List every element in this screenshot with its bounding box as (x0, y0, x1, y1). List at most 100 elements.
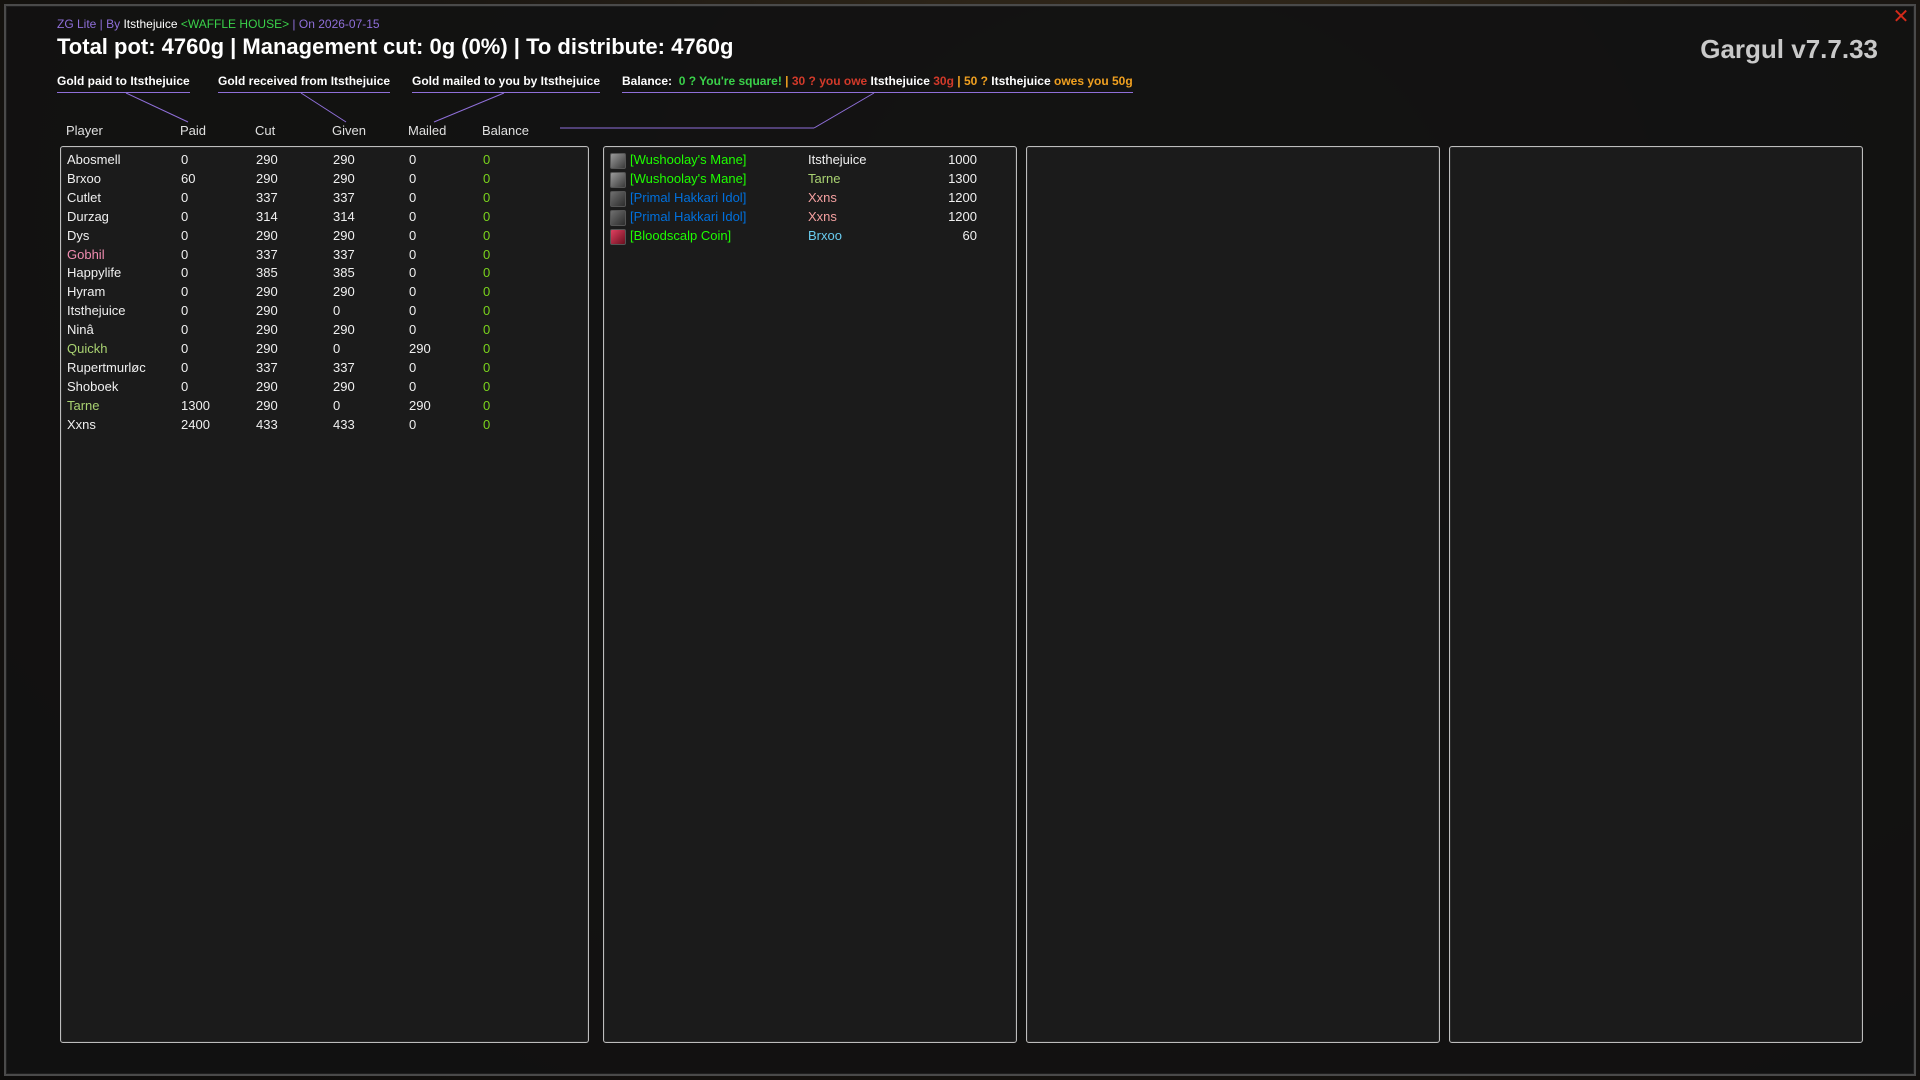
table-row[interactable]: Dys 0 290 290 0 0 (61, 228, 581, 247)
player-mailed-cell: 0 (409, 265, 417, 281)
item-winner: Brxoo (808, 227, 842, 243)
player-cut-cell: 290 (256, 284, 278, 300)
player-given-cell: 385 (333, 265, 355, 281)
auction-items-panel[interactable]: [Wushoolay's Mane] Itsthejuice 1000 [Wushoo… (603, 146, 1017, 1043)
player-mailed-cell: 0 (409, 189, 417, 205)
item-link[interactable]: [Wushoolay's Mane] (630, 171, 746, 186)
gargul-gdkp-window: ✕ ZG Lite | By Itsthejuice <WAFFLE HOUSE… (4, 4, 1916, 1076)
player-name-cell: Shoboek (67, 378, 119, 394)
item-price: 1200 (948, 208, 977, 224)
table-row[interactable]: Quickh 0 290 0 290 0 (61, 341, 581, 360)
item-link[interactable]: [Bloodscalp Coin] (630, 228, 731, 243)
player-given-cell: 433 (333, 416, 355, 432)
player-balance-cell: 0 (483, 246, 491, 262)
player-paid-cell: 2400 (181, 416, 210, 432)
player-given-cell: 0 (333, 397, 341, 413)
table-row[interactable]: Durzag 0 314 314 0 0 (61, 209, 581, 228)
player-given-cell: 290 (333, 170, 355, 186)
legend-connector-lines (125, 92, 875, 129)
player-cut-cell: 290 (256, 341, 278, 356)
player-balance-cell: 0 (483, 416, 491, 432)
coin-icon (610, 228, 626, 245)
player-balance-cell: 0 (483, 341, 491, 356)
player-cut-cell: 314 (256, 208, 278, 224)
list-item[interactable]: [Primal Hakkari Idol] Xxns 1200 (604, 190, 1009, 209)
list-item[interactable]: [Primal Hakkari Idol] Xxns 1200 (604, 209, 1009, 228)
player-balance-cell: 0 (483, 170, 491, 186)
player-name-cell: Xxns (67, 416, 96, 432)
column-header-mailed: Mailed (408, 123, 447, 138)
player-balance-cell: 0 (483, 227, 491, 243)
item-winner: Itsthejuice (808, 152, 867, 167)
player-balance-cell: 0 (483, 152, 491, 167)
table-row[interactable]: Xxns 2400 433 433 0 0 (61, 417, 581, 436)
mane-icon (610, 171, 626, 188)
player-given-cell: 337 (333, 189, 355, 205)
player-cut-cell: 290 (256, 378, 278, 394)
table-row[interactable]: Abosmell 0 290 290 0 0 (61, 152, 581, 171)
player-name-cell: Tarne (67, 397, 100, 413)
item-link[interactable]: [Wushoolay's Mane] (630, 152, 746, 167)
mane-icon (610, 153, 626, 169)
table-row[interactable]: Brxoo 60 290 290 0 0 (61, 171, 581, 190)
player-mailed-cell: 0 (409, 378, 417, 394)
column-header-given: Given (332, 123, 366, 138)
player-given-cell: 290 (333, 152, 355, 167)
player-balance-cell: 0 (483, 265, 491, 281)
player-mailed-cell: 0 (409, 303, 417, 319)
table-row[interactable]: Ninâ 0 290 290 0 0 (61, 322, 581, 341)
player-mailed-cell: 0 (409, 322, 417, 338)
player-mailed-cell: 290 (409, 341, 431, 356)
player-given-cell: 0 (333, 303, 341, 319)
player-paid-cell: 0 (181, 152, 189, 167)
player-mailed-cell: 0 (409, 208, 417, 224)
player-name-cell: Quickh (67, 341, 108, 356)
player-balance-cell: 0 (483, 189, 491, 205)
table-row[interactable]: Happylife 0 385 385 0 0 (61, 265, 581, 284)
player-given-cell: 337 (333, 246, 355, 262)
list-item[interactable]: [Bloodscalp Coin] Brxoo 60 (604, 228, 1009, 247)
list-item[interactable]: [Wushoolay's Mane] Itsthejuice 1000 (604, 152, 1009, 171)
player-cut-cell: 290 (256, 322, 278, 338)
player-paid-cell: 0 (181, 303, 189, 319)
table-row[interactable]: Itsthejuice 0 290 0 0 0 (61, 303, 581, 322)
table-row[interactable]: Gobhil 0 337 337 0 0 (61, 247, 581, 266)
player-balance-cell: 0 (483, 359, 491, 375)
player-paid-cell: 0 (181, 246, 189, 262)
list-item[interactable]: [Wushoolay's Mane] Tarne 1300 (604, 171, 1009, 190)
table-row[interactable]: Hyram 0 290 290 0 0 (61, 284, 581, 303)
player-name-cell: Brxoo (67, 170, 101, 186)
player-cut-cell: 337 (256, 246, 278, 262)
column-header-paid: Paid (180, 123, 207, 138)
item-link[interactable]: [Primal Hakkari Idol] (630, 190, 746, 205)
empty-panel-3 (1026, 146, 1440, 1043)
player-name-cell: Happylife (67, 265, 122, 281)
player-cut-cell: 385 (256, 265, 278, 281)
table-row[interactable]: Cutlet 0 337 337 0 0 (61, 190, 581, 209)
player-cut-cell: 433 (256, 416, 278, 432)
player-mailed-cell: 0 (409, 416, 417, 432)
item-winner: Xxns (808, 208, 837, 224)
item-price: 60 (962, 227, 977, 243)
player-paid-cell: 0 (181, 227, 189, 243)
player-cut-cell: 337 (256, 359, 278, 375)
item-link[interactable]: [Primal Hakkari Idol] (630, 209, 746, 224)
player-cut-cell: 290 (256, 227, 278, 243)
player-balance-cell: 0 (483, 397, 491, 413)
player-given-cell: 314 (333, 208, 355, 224)
player-given-cell: 0 (333, 341, 341, 356)
table-row[interactable]: Rupertmurløc 0 337 337 0 0 (61, 360, 581, 379)
player-balance-cell: 0 (483, 303, 491, 319)
player-mailed-cell: 0 (409, 227, 417, 243)
player-name-cell: Ninâ (67, 322, 94, 338)
player-cut-cell: 337 (256, 189, 278, 205)
player-balance-cell: 0 (483, 208, 491, 224)
player-ledger-panel[interactable]: Abosmell 0 290 290 0 0 Brxoo 60 290 290 0 0 Cutlet 0 3… (60, 146, 589, 1043)
player-mailed-cell: 0 (409, 246, 417, 262)
player-given-cell: 290 (333, 227, 355, 243)
item-price: 1000 (948, 152, 977, 167)
table-row[interactable]: Tarne 1300 290 0 290 0 (61, 398, 581, 417)
column-header-cut: Cut (255, 123, 276, 138)
player-paid-cell: 0 (181, 341, 189, 356)
table-row[interactable]: Shoboek 0 290 290 0 0 (61, 379, 581, 398)
